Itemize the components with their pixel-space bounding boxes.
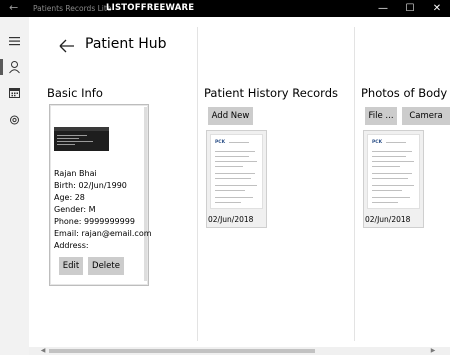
horizontal-scrollbar[interactable]: ◀ ▶ [29,347,450,355]
nav-item-settings[interactable] [0,109,29,131]
navigation-rail [0,17,29,355]
history-record-tile[interactable]: PCK 02/Jun/2018 [206,130,267,228]
hamburger-menu-icon [9,37,20,46]
patient-address: Address: [54,241,89,250]
minimize-button[interactable]: — [370,0,396,17]
calendar-icon [9,88,20,98]
settings-gear-icon [10,115,19,125]
delete-button[interactable]: Delete [88,257,124,275]
document-thumbnail: PCK [210,134,263,209]
person-icon [9,61,20,74]
nav-item-patients[interactable] [0,56,29,78]
patient-photo-thumbnail[interactable] [54,127,109,151]
maximize-button[interactable]: ☐ [397,0,423,17]
photo-date: 02/Jun/2018 [365,215,411,224]
document-logo: PCK [215,140,226,145]
watermark-text: LISTOFFREEWARE [106,3,195,13]
scroll-right-arrow-icon[interactable]: ▶ [429,347,437,355]
add-new-record-button[interactable]: Add New [208,107,253,125]
card-scrollbar[interactable] [144,107,147,281]
close-button[interactable]: ✕ [424,0,450,17]
patient-email: Email: rajan@email.com [54,229,152,238]
edit-button[interactable]: Edit [59,257,83,275]
column-divider [354,27,355,341]
basic-info-heading: Basic Info [47,86,103,100]
file-button[interactable]: File ... [365,107,397,125]
titlebar-back-button[interactable]: ← [9,1,18,15]
record-date: 02/Jun/2018 [208,215,254,224]
patient-age: Age: 28 [54,193,85,202]
patient-name: Rajan Bhai [54,169,97,178]
body-photo-tile[interactable]: PCK 02/Jun/2018 [363,130,424,228]
scroll-left-arrow-icon[interactable]: ◀ [39,347,47,355]
back-arrow-icon[interactable] [58,38,76,54]
history-heading: Patient History Records [204,86,338,100]
hamburger-menu-button[interactable] [0,30,29,52]
column-divider [197,27,198,341]
photo-logo: PCK [372,140,383,145]
page-title: Patient Hub [85,36,167,52]
photo-thumbnail: PCK [367,134,420,209]
photos-heading: Photos of Body [361,86,448,100]
camera-button[interactable]: Camera [402,107,450,125]
patient-info-card: Rajan Bhai Birth: 02/Jun/1990 Age: 28 Ge… [49,104,152,286]
patient-phone: Phone: 9999999999 [54,217,135,226]
title-bar: ← Patients Records Lite LISTOFFREEWARE —… [0,0,450,17]
patient-gender: Gender: M [54,205,96,214]
scrollbar-thumb[interactable] [49,349,315,353]
app-title: Patients Records Lite [33,4,112,13]
patient-birth: Birth: 02/Jun/1990 [54,181,127,190]
nav-item-calendar[interactable] [0,82,29,104]
